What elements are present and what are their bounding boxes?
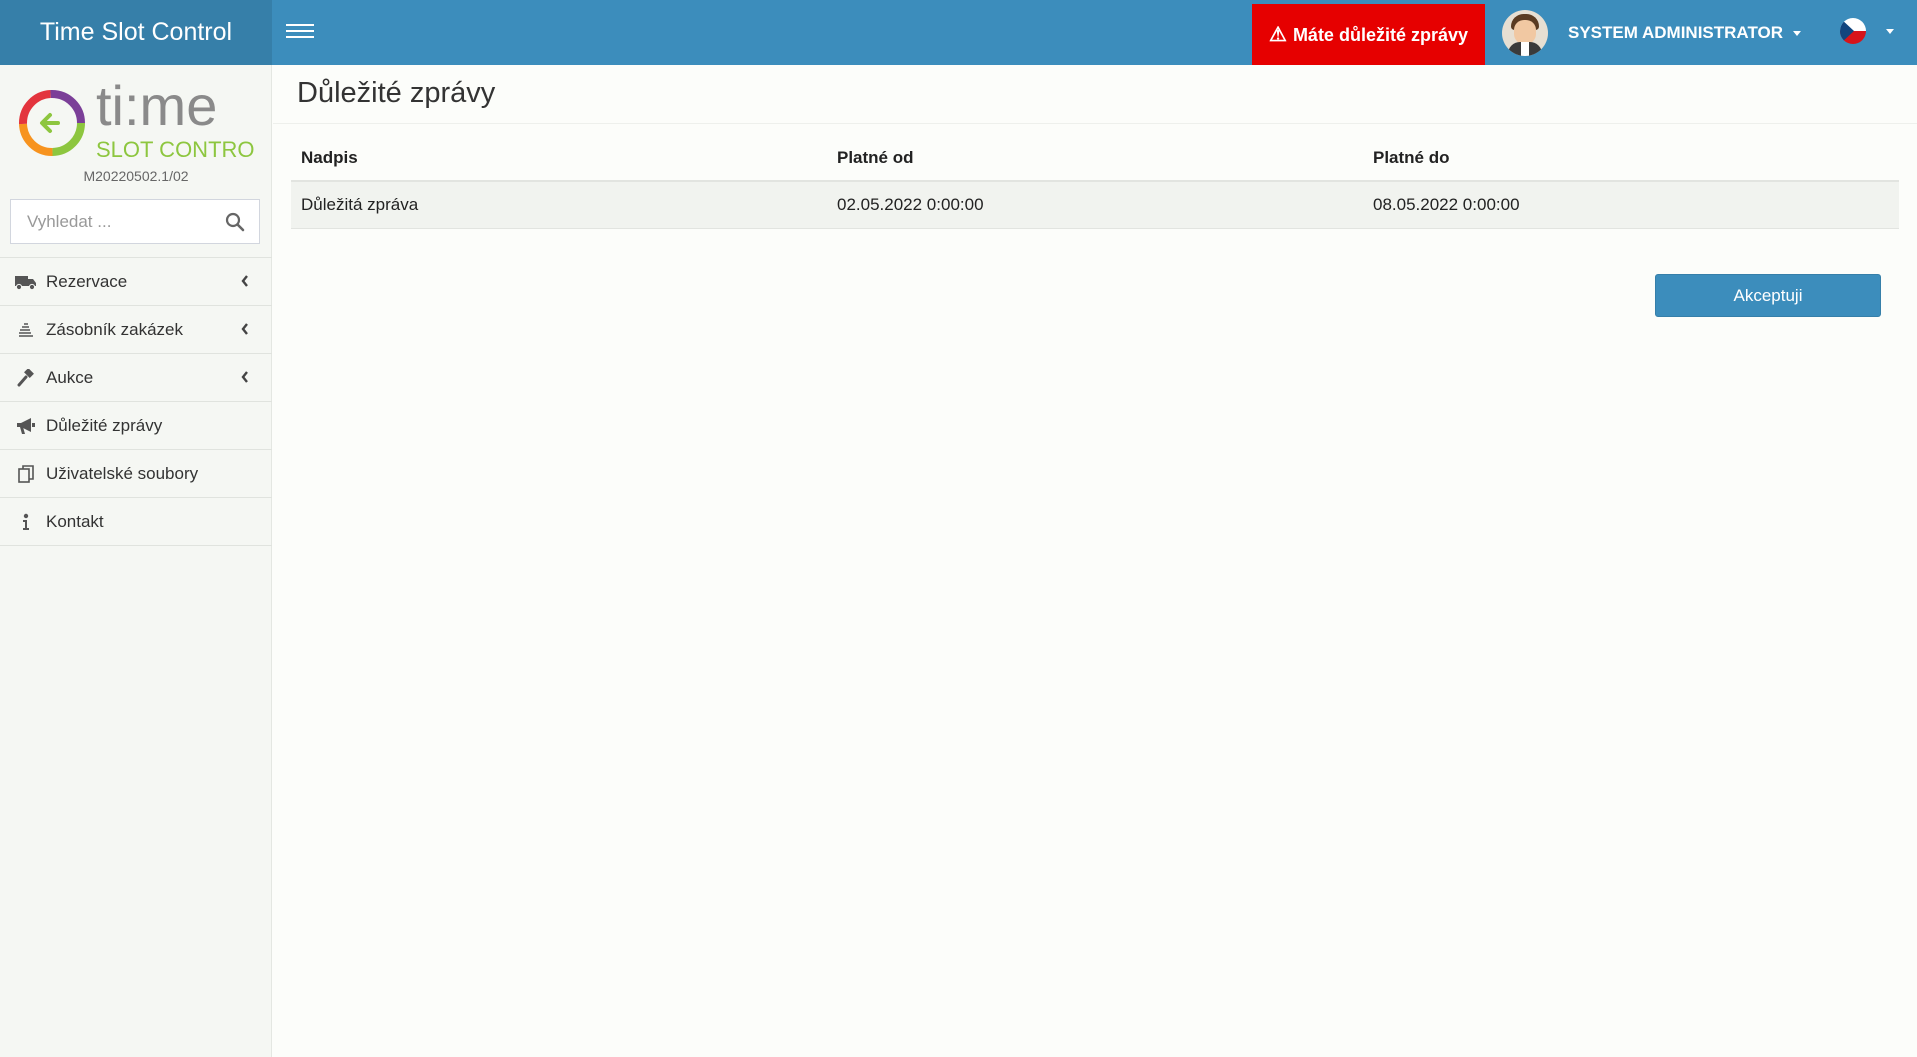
sidebar-item-zasobnik-zakazek[interactable]: Zásobník zakázek	[0, 306, 272, 354]
cell-platne-do: 08.05.2022 0:00:00	[1363, 181, 1899, 229]
messages-table: Nadpis Platné od Platné do Důležitá zprá…	[291, 135, 1899, 229]
sidebar-item-kontakt[interactable]: Kontakt	[0, 498, 272, 546]
sidebar-menu: Rezervace Zásobník zakázek Aukce Důležit…	[0, 257, 272, 546]
language-selector[interactable]	[1840, 18, 1894, 44]
sidebar-item-label: Uživatelské soubory	[46, 463, 199, 483]
table-header-row: Nadpis Platné od Platné do	[291, 135, 1899, 182]
time-slot-control-logo: ti:me SLOT CONTROL	[19, 79, 254, 162]
files-icon	[14, 464, 38, 484]
column-header-nadpis[interactable]: Nadpis	[291, 135, 827, 182]
czech-flag-icon	[1840, 18, 1866, 44]
table-row[interactable]: Důležitá zpráva 02.05.2022 0:00:00 08.05…	[291, 181, 1899, 229]
sidebar-item-label: Kontakt	[46, 511, 104, 531]
stack-icon	[14, 320, 38, 340]
sidebar-item-dulezite-zpravy[interactable]: Důležité zprávy	[0, 402, 272, 450]
info-icon	[14, 512, 38, 532]
sidebar-item-label: Aukce	[46, 367, 94, 387]
version-label: M20220502.1/02	[83, 168, 189, 184]
caret-down-icon	[1793, 30, 1802, 36]
avatar	[1502, 9, 1548, 56]
sidebar-search	[10, 199, 260, 244]
truck-icon	[14, 272, 38, 292]
column-header-platne-do[interactable]: Platné do	[1363, 135, 1899, 182]
sidebar-item-label: Zásobník zakázek	[46, 319, 184, 339]
megaphone-icon	[14, 416, 38, 436]
sidebar: ti:me SLOT CONTROL M20220502.1/02 Rezerv…	[0, 65, 272, 1057]
column-header-platne-od[interactable]: Platné od	[827, 135, 1363, 182]
cell-nadpis: Důležitá zpráva	[291, 181, 827, 229]
search-input[interactable]	[11, 200, 259, 243]
sidebar-item-label: Rezervace	[46, 271, 128, 291]
sidebar-item-aukce[interactable]: Aukce	[0, 354, 272, 402]
menu-toggle-icon[interactable]	[286, 20, 314, 44]
user-menu[interactable]: SYSTEM ADMINISTRATOR	[1502, 0, 1802, 65]
sidebar-item-rezervace[interactable]: Rezervace	[0, 258, 272, 306]
search-icon[interactable]	[225, 212, 245, 232]
chevron-left-icon	[241, 371, 248, 383]
warning-icon: ⚠	[1269, 24, 1287, 46]
sidebar-item-label: Důležité zprávy	[46, 415, 163, 435]
content-header	[273, 65, 1917, 124]
user-name: SYSTEM ADMINISTRATOR	[1568, 22, 1784, 42]
svg-text:SLOT CONTROL: SLOT CONTROL	[96, 137, 254, 162]
main-content: Důležité zprávy Nadpis Platné od Platné …	[273, 65, 1917, 1057]
app-title[interactable]: Time Slot Control	[0, 0, 272, 65]
alert-label: Máte důležité zprávy	[1292, 24, 1468, 45]
caret-down-icon	[1886, 28, 1894, 34]
svg-text:ti:me: ti:me	[96, 79, 217, 137]
chevron-left-icon	[241, 323, 248, 335]
page-title: Důležité zprávy	[297, 77, 496, 109]
chevron-left-icon	[241, 275, 248, 287]
top-bar: Time Slot Control ⚠ Máte důležité zprávy…	[0, 0, 1917, 66]
navbar: ⚠ Máte důležité zprávy SYSTEM ADMINISTRA…	[272, 0, 1917, 66]
cell-platne-od: 02.05.2022 0:00:00	[827, 181, 1363, 229]
important-messages-alert-button[interactable]: ⚠ Máte důležité zprávy	[1252, 4, 1485, 66]
accept-button[interactable]: Akceptuji	[1655, 274, 1881, 317]
gavel-icon	[14, 368, 38, 388]
sidebar-item-uzivatelske-soubory[interactable]: Uživatelské soubory	[0, 450, 272, 498]
